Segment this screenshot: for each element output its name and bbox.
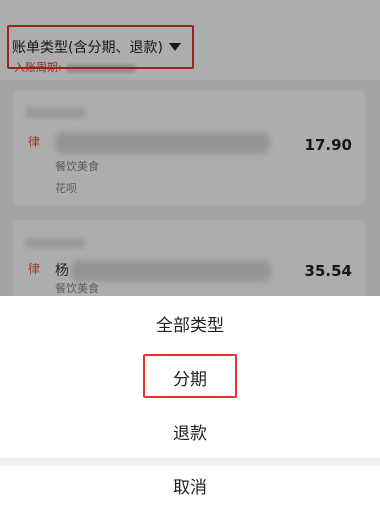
option-all-types[interactable]: 全部类型 [0,296,380,350]
highlight-box-installment [143,354,237,398]
action-sheet: 全部类型 分期 退款 取消 [0,296,380,505]
sheet-gap [0,458,380,466]
option-refund[interactable]: 退款 [0,404,380,458]
cancel-button[interactable]: 取消 [0,466,380,505]
